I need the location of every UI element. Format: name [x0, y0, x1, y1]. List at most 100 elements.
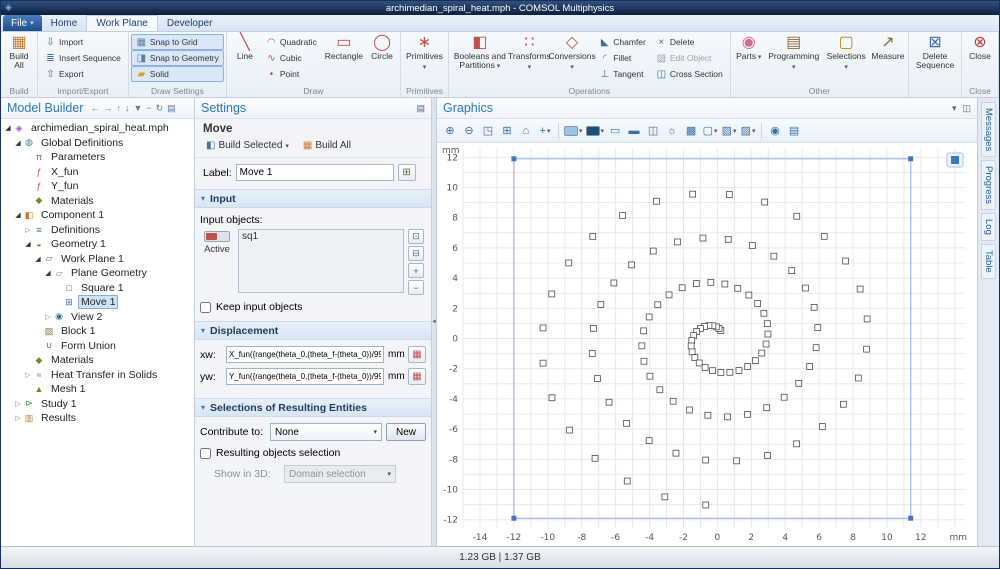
- circle-button[interactable]: ◯Circle: [366, 33, 398, 62]
- side-tab-log[interactable]: Log: [981, 213, 996, 241]
- tree-item-materials[interactable]: ◆Materials: [1, 194, 194, 209]
- transforms-button[interactable]: ∷Transforms ▾: [509, 33, 550, 72]
- back-icon[interactable]: ←: [90, 103, 99, 113]
- line-button[interactable]: ╲Line: [229, 33, 261, 62]
- insert-sequence-button[interactable]: ≣Insert Sequence: [40, 50, 126, 66]
- tree-item-results[interactable]: ▷▥Results: [1, 411, 194, 426]
- keep-input-objects-checkbox[interactable]: [200, 302, 211, 313]
- tangent-button[interactable]: ⊥Tangent: [594, 66, 651, 82]
- delete-sequence-button[interactable]: ⊠Delete Sequence: [911, 33, 959, 72]
- select-domains-icon[interactable]: ▧▾: [720, 122, 738, 140]
- tree-item-x-fun[interactable]: ƒX_fun: [1, 165, 194, 180]
- go-to-default-view-icon[interactable]: ⌂: [517, 122, 535, 140]
- import-button[interactable]: ⇩Import: [40, 34, 126, 50]
- tree-item-geometry-1[interactable]: ◢◒Geometry 1: [1, 237, 194, 252]
- input-object-item[interactable]: sq1: [242, 231, 400, 243]
- export-button[interactable]: ⇧Export: [40, 66, 126, 82]
- refresh-icon[interactable]: ↻: [156, 103, 164, 114]
- xw-range-icon[interactable]: ▦: [408, 346, 426, 363]
- parts-button[interactable]: ◉Parts ▾: [733, 33, 765, 63]
- side-tab-table[interactable]: Table: [981, 244, 996, 279]
- tree-item-y-fun[interactable]: ƒY_fun: [1, 179, 194, 194]
- tree-item-form-union[interactable]: ∪Form Union: [1, 339, 194, 354]
- measure-button[interactable]: ↗Measure: [870, 33, 906, 62]
- build-selected-button[interactable]: ◧ Build Selected ▾: [200, 138, 295, 153]
- build-all-button[interactable]: ▦Build All: [3, 33, 35, 72]
- zoom-out-icon[interactable]: ⊖: [460, 122, 478, 140]
- tree-item-plane-geometry[interactable]: ◢▱Plane Geometry: [1, 266, 194, 281]
- plot-area[interactable]: -14-12-10-8-6-4-2024681012-12-10-8-6-4-2…: [437, 143, 977, 546]
- side-tab-messages[interactable]: Messages: [981, 102, 996, 157]
- ribbon-tab-work-plane[interactable]: Work Plane: [86, 15, 158, 31]
- add-to-selection-icon[interactable]: +: [408, 263, 424, 278]
- booleans-and-partitions-button[interactable]: ◧Booleans and Partitions ▾: [451, 33, 509, 72]
- conversions-button[interactable]: ◇Conversions ▾: [550, 33, 594, 72]
- remove-from-selection-icon[interactable]: −: [408, 280, 424, 295]
- scene-light-icon[interactable]: ☼: [663, 122, 681, 140]
- xw-input[interactable]: [226, 346, 384, 363]
- tree-item-study-1[interactable]: ▷⊳Study 1: [1, 397, 194, 412]
- geometry-plot[interactable]: -14-12-10-8-6-4-2024681012-12-10-8-6-4-2…: [437, 143, 973, 544]
- tree-item-component-1[interactable]: ◢◧Component 1: [1, 208, 194, 223]
- cubic-button[interactable]: ∿Cubic: [261, 50, 322, 66]
- input-objects-list[interactable]: sq1: [238, 229, 404, 293]
- environment-icon[interactable]: ▩: [682, 122, 700, 140]
- tree-item-materials[interactable]: ◆Materials: [1, 353, 194, 368]
- tree-item-square-1[interactable]: □Square 1: [1, 281, 194, 296]
- tree-item-block-1[interactable]: ▧Block 1: [1, 324, 194, 339]
- contribute-to-combo[interactable]: None ▾: [270, 423, 382, 441]
- section-input-header[interactable]: ▾ Input: [195, 189, 431, 208]
- model-builder-menu-icon[interactable]: ▤: [167, 103, 176, 114]
- settings-menu-icon[interactable]: ▤: [416, 103, 425, 114]
- quadratic-button[interactable]: ◠Quadratic: [261, 34, 322, 50]
- section-displacement-header[interactable]: ▾ Displacement: [195, 321, 431, 340]
- side-tab-progress[interactable]: Progress: [981, 160, 996, 210]
- copy-selection-icon[interactable]: ⊡: [408, 229, 424, 244]
- tree-item-move-1[interactable]: ⊞Move 1: [1, 295, 194, 310]
- forward-icon[interactable]: →: [103, 103, 112, 113]
- zoom-box-icon[interactable]: ◳: [479, 122, 497, 140]
- paste-selection-icon[interactable]: ⊟: [408, 246, 424, 261]
- ribbon-tab-home[interactable]: Home: [42, 15, 87, 31]
- wireframe-rendering-icon[interactable]: ▭: [606, 122, 624, 140]
- transparency-icon[interactable]: ◫: [644, 122, 662, 140]
- selections-button[interactable]: ▢Selections ▾: [823, 33, 870, 72]
- move-up-icon[interactable]: ↑: [116, 103, 121, 113]
- select-boundaries-icon[interactable]: ▨▾: [739, 122, 757, 140]
- select-objects-icon[interactable]: ▢▾: [701, 122, 719, 140]
- ribbon-tab-developer[interactable]: Developer: [158, 15, 222, 31]
- programming-button[interactable]: ▤Programming ▾: [765, 33, 823, 72]
- float-panel-icon[interactable]: ◫: [962, 103, 971, 114]
- tree-item-global-definitions[interactable]: ◢◍Global Definitions: [1, 136, 194, 151]
- cross-section-button[interactable]: ◫Cross Section: [651, 66, 728, 82]
- new-button[interactable]: New: [386, 423, 426, 441]
- tree-item-definitions[interactable]: ▷≡Definitions: [1, 223, 194, 238]
- resulting-objects-selection-checkbox[interactable]: [200, 448, 211, 459]
- zoom-in-icon[interactable]: ⊕: [441, 122, 459, 140]
- graphics-menu-icon[interactable]: ▾: [952, 103, 957, 114]
- edit-object-button[interactable]: ▨Edit Object: [651, 50, 728, 66]
- print-icon[interactable]: ▤: [785, 122, 803, 140]
- tree-item-view-2[interactable]: ▷◉View 2: [1, 310, 194, 325]
- close-button[interactable]: ⊗Close: [964, 33, 996, 62]
- show-menu-icon[interactable]: ▼: [133, 103, 142, 113]
- rectangle-button[interactable]: ▭Rectangle: [322, 33, 366, 62]
- primitives-button[interactable]: ∗Primitives ▾: [403, 33, 446, 72]
- tree-item-archimedian-spiral-heat-mph[interactable]: ◢◈archimedian_spiral_heat.mph: [1, 121, 194, 136]
- surface-rendering-icon[interactable]: ▬: [625, 122, 643, 140]
- yw-range-icon[interactable]: ▦: [408, 368, 426, 385]
- active-toggle[interactable]: [204, 231, 230, 242]
- tree-item-mesh-1[interactable]: ▲Mesh 1: [1, 382, 194, 397]
- zoom-extents-icon[interactable]: ⊞: [498, 122, 516, 140]
- chamfer-button[interactable]: ◣Chamfer: [594, 34, 651, 50]
- section-selections-header[interactable]: ▾ Selections of Resulting Entities: [195, 398, 431, 417]
- tree-item-parameters[interactable]: πParameters: [1, 150, 194, 165]
- label-input[interactable]: [236, 164, 394, 181]
- solid-button[interactable]: ▰Solid: [131, 66, 224, 82]
- fillet-button[interactable]: ◜Fillet: [594, 50, 651, 66]
- plot-color-icon[interactable]: ▾: [585, 122, 606, 140]
- point-button[interactable]: •Point: [261, 66, 322, 82]
- snap-to-grid-button[interactable]: ▦Snap to Grid: [131, 34, 224, 50]
- delete-button[interactable]: ×Delete: [651, 34, 728, 50]
- tree-item-heat-transfer-in-solids[interactable]: ▷≈Heat Transfer in Solids: [1, 368, 194, 383]
